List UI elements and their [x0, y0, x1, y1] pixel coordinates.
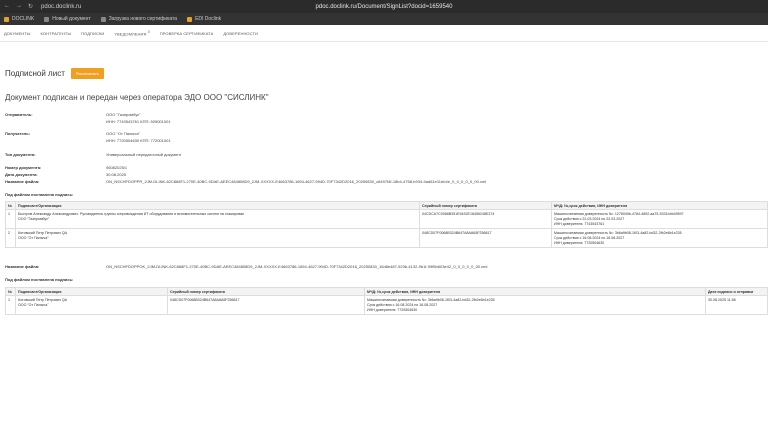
- doclink-logo-icon: [187, 16, 193, 22]
- col-mchd: МЧД: №,срок действия, ИНН доверителя: [364, 287, 706, 296]
- page-title: Подписной лист: [5, 69, 65, 78]
- bookmark-new-document[interactable]: Новый документ: [44, 16, 91, 22]
- signer-org: ООО "Газпромбус": [18, 216, 50, 221]
- signer-cell: Быстров Александр Александрович. Руковод…: [15, 209, 420, 229]
- docnum-label: Номер документа:: [5, 165, 42, 170]
- row-number: 1: [5, 295, 16, 315]
- col-number: №: [5, 287, 16, 296]
- mchd-inn: ИНН доверителя: 7720504630: [367, 307, 418, 312]
- mchd-cell: Машиночитаемая доверенность №: 3b6a9b08-…: [364, 295, 706, 315]
- col-serial: Серийный номер сертификата: [167, 287, 365, 296]
- receiver-ids: ИНН: 7720504630 КПП: 772001001: [106, 137, 171, 143]
- file2-value: ON_NSCHFDOPPOK_2JM-DLINK-62C868F1-270E-4…: [106, 264, 488, 269]
- serial-cell: 04CDCA7C0068B351E9432E18456248E374: [419, 209, 552, 229]
- table-row: 1 Быстров Александр Александрович. Руков…: [5, 209, 768, 229]
- serial-cell: 048CD07F0068B324B647A8A8A5F256817: [419, 228, 552, 248]
- browser-titlebar: ← → ↻ pdoc.doclink.ru pdoc.doclink.ru/Do…: [0, 0, 768, 13]
- sender-value: ООО "Газпромбус" ИНН: 7743543761 КПП: 50…: [106, 112, 171, 125]
- mchd-cell: Машиночитаемая доверенность №: 3b6a9b08-…: [551, 228, 768, 248]
- page-icon: [44, 16, 50, 22]
- mchd-inn: ИНН доверителя: 7720504630: [554, 240, 605, 245]
- col-signer: Подписант/Организация: [15, 201, 420, 210]
- address-bar[interactable]: pdoc.doclink.ru/Document/SignList?docid=…: [0, 4, 768, 10]
- col-mchd: МЧД: №,срок действия, ИНН доверителя: [551, 201, 768, 210]
- table-row: 2 Котовский Петр Петрович QA ООО "От Палы…: [5, 228, 768, 248]
- nav-documents[interactable]: ДОКУМЕНТЫ: [4, 31, 31, 36]
- bookmarks-bar: DOCLINK Новый документ Загрузка нового с…: [0, 13, 768, 25]
- filename-label: Название файла:: [5, 179, 40, 184]
- nav-counterparties[interactable]: КОНТРАГЕНТЫ: [41, 31, 72, 36]
- globe-icon: [100, 16, 106, 22]
- docdate-label: Дата документа:: [5, 172, 38, 177]
- row-number: 1: [5, 209, 16, 229]
- print-button[interactable]: Распечатать: [70, 68, 104, 79]
- bookmark-edi-doclink[interactable]: EDI Doclink: [187, 16, 221, 22]
- signatures-table-2: № Подписант/Организация Серийный номер с…: [5, 287, 768, 315]
- main-nav: ДОКУМЕНТЫ КОНТРАГЕНТЫ ПОДПИСКИ УВЕДОМЛЕН…: [0, 25, 768, 42]
- row-number: 2: [5, 228, 16, 248]
- signatures-table-1: № Подписант/Организация Серийный номер с…: [5, 201, 768, 248]
- serial-cell: 048CD07F0068B324B647A8A8A5F256817: [167, 295, 365, 315]
- receiver-value: ООО "От Палыча" ИНН: 7720504630 КПП: 772…: [106, 131, 171, 144]
- signer-org: ООО "От Палыча": [18, 235, 49, 240]
- docnum-value: 06082025/1: [106, 165, 128, 170]
- title-row: Подписной лист Распечатать: [5, 68, 104, 79]
- nav-subscriptions[interactable]: ПОДПИСКИ: [81, 31, 104, 36]
- table2-caption: Под файлом поставлена подпись:: [5, 277, 74, 282]
- sign-date-cell: 30.08.2025 11:56: [705, 295, 768, 315]
- nav-powers-of-attorney[interactable]: ДОВЕРЕННОСТИ: [223, 31, 258, 36]
- signer-cell: Котовский Петр Петрович QA ООО "От Палыча…: [15, 228, 420, 248]
- table-row: 1 Котовский Петр Петрович QA ООО "От Палы…: [5, 295, 768, 315]
- doctype-label: Тип документа:: [5, 152, 36, 157]
- table-header-row: № Подписант/Организация Серийный номер с…: [5, 201, 768, 210]
- document-heading: Документ подписан и передан через операт…: [5, 93, 269, 102]
- signer-cell: Котовский Петр Петрович QA ООО "От Палыча…: [15, 295, 168, 315]
- filename-value: ON_NSCHFDOPPR_2JM-DLINK-62C868F1-270E-40…: [106, 179, 487, 184]
- bookmark-doclink[interactable]: DOCLINK: [4, 16, 34, 22]
- signer-org: ООО "От Палыча": [18, 302, 49, 307]
- sender-label: Отправитель:: [5, 112, 33, 117]
- col-sign-date: Дата подписи и отправки: [705, 287, 768, 296]
- doctype-value: Универсальный передаточный документ: [106, 152, 182, 157]
- col-serial: Серийный номер сертификата: [419, 201, 552, 210]
- nav-certificate-check[interactable]: ПРОВЕРКА СЕРТИФИКАТА: [160, 31, 214, 36]
- notif-count-badge: 0: [147, 29, 150, 34]
- nav-notifications[interactable]: УВЕДОМЛЕНИЯ 0: [114, 30, 149, 36]
- mchd-inn: ИНН доверителя: 7743543761: [554, 221, 605, 226]
- table1-caption: Под файлом поставлена подпись:: [5, 192, 74, 197]
- mchd-cell: Машиночитаемая доверенность №: 1276049b-…: [551, 209, 768, 229]
- sender-ids: ИНН: 7743543761 КПП: 505001001: [106, 118, 171, 124]
- table-header-row: № Подписант/Организация Серийный номер с…: [5, 287, 768, 296]
- receiver-label: Получатель:: [5, 131, 30, 136]
- doclink-logo-icon: [4, 16, 9, 22]
- col-number: №: [5, 201, 16, 210]
- bookmark-upload-certificate[interactable]: Загрузка нового сертификата: [100, 16, 177, 22]
- col-signer: Подписант/Организация: [15, 287, 168, 296]
- docdate-value: 30.08.2025: [106, 172, 127, 177]
- file2-label: Название файла:: [5, 264, 40, 269]
- main-content: Подписной лист Распечатать Документ подп…: [0, 42, 768, 423]
